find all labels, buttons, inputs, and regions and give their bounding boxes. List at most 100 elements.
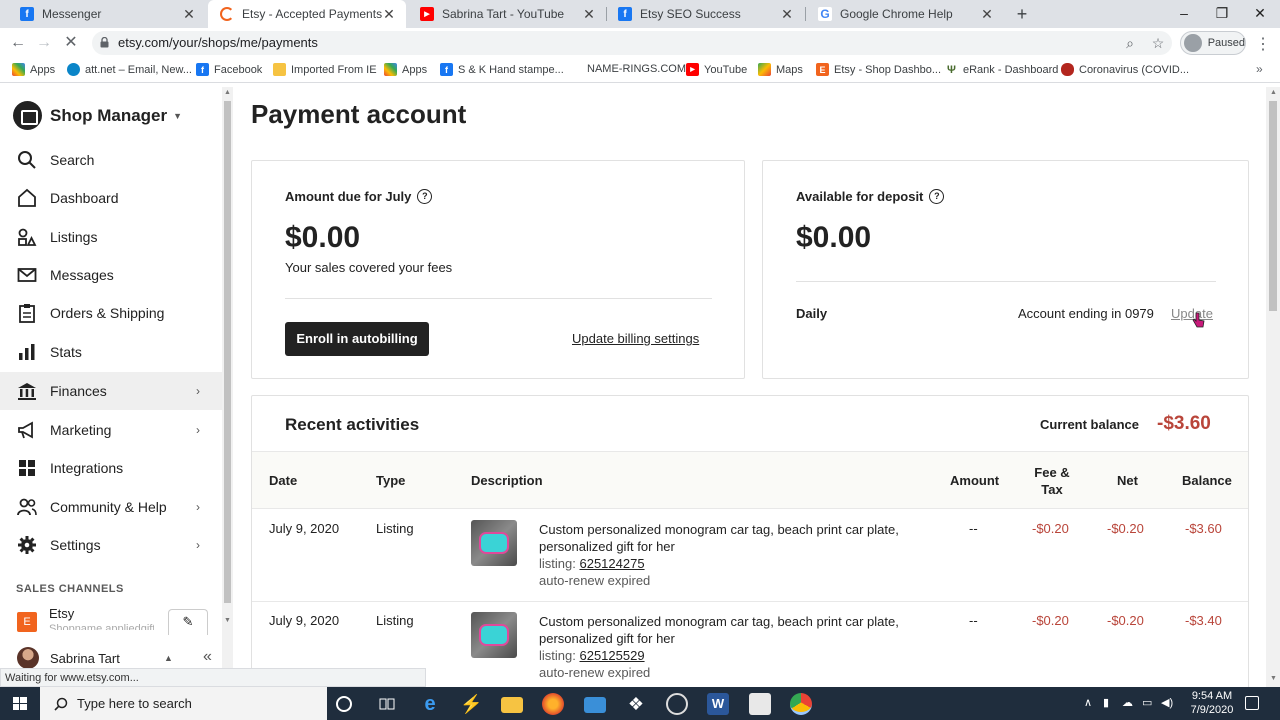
volume-icon[interactable]: ◀)	[1161, 696, 1173, 709]
shop-manager-logo-icon	[13, 101, 42, 130]
row-amount: --	[969, 613, 978, 628]
show-hidden-icons-icon[interactable]: ∧	[1084, 696, 1092, 709]
microsoft-store-icon[interactable]	[749, 693, 771, 715]
sidebar-item-orders-shipping[interactable]: Orders & Shipping	[0, 294, 222, 332]
address-bar[interactable]: etsy.com/your/shops/me/payments ⌕ ☆	[92, 31, 1172, 55]
grid-icon	[17, 458, 37, 478]
browser-tab-etsy-payments[interactable]: Etsy - Accepted Payments ✕	[208, 0, 406, 28]
onedrive-icon[interactable]: ☁	[1122, 696, 1133, 709]
row-net: -$0.20	[1107, 521, 1144, 536]
notification-center-icon[interactable]	[1245, 696, 1259, 710]
stop-loading-button[interactable]: ✕	[60, 32, 82, 54]
cortana-icon[interactable]	[336, 696, 352, 712]
edge-browser-icon[interactable]: e	[419, 693, 441, 715]
sidebar-item-label: Integrations	[50, 460, 124, 476]
sidebar-item-settings[interactable]: Settings ›	[0, 526, 222, 564]
sidebar-scrollbar[interactable]: ▲ ▼	[222, 87, 233, 687]
more-bookmarks-icon[interactable]: »	[1256, 62, 1263, 76]
bookmark-facebook[interactable]: f Facebook	[196, 63, 262, 76]
bookmark-youtube[interactable]: ▶ YouTube	[686, 63, 747, 76]
windows-start-button[interactable]	[0, 687, 40, 720]
help-icon[interactable]: ?	[929, 189, 945, 204]
dropbox-icon[interactable]: ❖	[625, 693, 647, 715]
caret-up-icon[interactable]: ▲	[164, 653, 173, 663]
browser-tab-messenger[interactable]: f Messenger ✕	[8, 0, 206, 28]
maximize-window-button[interactable]: ❐	[1204, 0, 1240, 28]
bookmark-star-icon[interactable]: ☆	[1149, 34, 1167, 52]
taskbar-clock[interactable]: 9:54 AM 7/9/2020	[1182, 689, 1242, 717]
close-window-button[interactable]: ✕	[1242, 0, 1278, 28]
forward-button[interactable]: →	[33, 32, 55, 54]
bookmark-apps-2[interactable]: Apps	[384, 63, 427, 76]
bookmark-imported-from-ie[interactable]: Imported From IE	[273, 63, 377, 76]
sidebar-item-listings[interactable]: Listings	[0, 218, 222, 256]
enroll-autobilling-button[interactable]: Enroll in autobilling	[285, 322, 429, 356]
shop-manager-sidebar: Shop Manager ▼ Search Dashboard Listings…	[0, 87, 222, 687]
close-tab-icon[interactable]: ✕	[182, 6, 196, 23]
scroll-up-icon[interactable]: ▲	[224, 89, 231, 96]
browser-tab-chrome-help[interactable]: G Google Chrome Help ✕	[806, 0, 1004, 28]
bookmark-att[interactable]: att.net – Email, New...	[67, 63, 192, 76]
available-value: $0.00	[796, 221, 872, 254]
edit-channel-button[interactable]: ✎	[168, 609, 208, 635]
task-view-icon[interactable]	[376, 693, 398, 715]
file-explorer-icon[interactable]	[501, 697, 523, 713]
sidebar-item-stats[interactable]: Stats	[0, 333, 222, 371]
firefox-icon[interactable]	[542, 693, 564, 715]
sidebar-scroll-thumb[interactable]	[224, 101, 231, 603]
collapse-sidebar-icon[interactable]: «	[203, 648, 212, 666]
facebook-icon: f	[20, 7, 34, 21]
sidebar-item-integrations[interactable]: Integrations	[0, 449, 222, 487]
app-shortcut-icon[interactable]: ⚡	[460, 693, 482, 715]
sidebar-item-search[interactable]: Search	[0, 141, 222, 179]
network-icon[interactable]: ▭	[1142, 696, 1152, 709]
listing-thumbnail[interactable]	[471, 520, 517, 566]
sidebar-item-finances[interactable]: Finances ›	[0, 372, 222, 410]
close-tab-icon[interactable]: ✕	[582, 6, 596, 23]
profile-button[interactable]: Paused	[1180, 31, 1246, 55]
user-account-row[interactable]: Sabrina Tart	[17, 647, 120, 669]
mail-app-icon[interactable]	[584, 697, 606, 713]
main-scroll-thumb[interactable]	[1269, 101, 1277, 311]
zoom-icon[interactable]: ⌕	[1121, 34, 1139, 52]
help-icon[interactable]: ?	[417, 189, 433, 204]
listing-id-link[interactable]: 625124275	[579, 556, 644, 571]
listing-thumbnail[interactable]	[471, 612, 517, 658]
sidebar-item-community-help[interactable]: Community & Help ›	[0, 488, 222, 526]
main-scrollbar[interactable]: ▲ ▼	[1266, 87, 1280, 687]
browser-tab-etsy-seo[interactable]: f Etsy SEO Success ✕	[606, 0, 804, 28]
minimize-window-button[interactable]: –	[1166, 0, 1202, 28]
mail-icon	[17, 265, 37, 285]
row-fee: -$0.20	[1032, 521, 1069, 536]
close-tab-icon[interactable]: ✕	[780, 6, 794, 23]
taskbar-search-box[interactable]: Type here to search	[40, 687, 327, 720]
chrome-menu-icon[interactable]: ⋮	[1255, 34, 1271, 54]
microsoft-word-icon[interactable]: W	[707, 693, 729, 715]
obs-studio-icon[interactable]	[666, 693, 688, 715]
bookmark-apps[interactable]: Apps	[12, 63, 55, 76]
sidebar-item-dashboard[interactable]: Dashboard	[0, 179, 222, 217]
update-billing-settings-link[interactable]: Update billing settings	[572, 331, 699, 346]
scroll-down-icon[interactable]: ▼	[1270, 675, 1277, 682]
sidebar-item-marketing[interactable]: Marketing ›	[0, 411, 222, 449]
available-label: Available for deposit	[796, 189, 924, 204]
sidebar-item-messages[interactable]: Messages	[0, 256, 222, 294]
scroll-up-icon[interactable]: ▲	[1270, 89, 1277, 96]
listing-id-link[interactable]: 625125529	[579, 648, 644, 663]
back-button[interactable]: ←	[7, 32, 29, 54]
bookmark-name-rings[interactable]: NAME-RINGS.COM	[587, 63, 686, 75]
bookmark-etsy-dashboard[interactable]: E Etsy - Shop Dashbo...	[816, 63, 941, 76]
chrome-icon[interactable]	[790, 693, 812, 715]
new-tab-button[interactable]: +	[1013, 3, 1031, 25]
microphone-icon[interactable]: ▮	[1103, 696, 1109, 709]
bookmark-maps[interactable]: Maps	[758, 63, 803, 76]
scroll-down-icon[interactable]: ▼	[224, 617, 231, 624]
close-tab-icon[interactable]: ✕	[980, 6, 994, 23]
bookmark-erank[interactable]: ΨeRank - Dashboard	[945, 63, 1058, 76]
bookmark-coronavirus[interactable]: Coronavirus (COVID...	[1061, 63, 1189, 76]
pencil-icon: ✎	[182, 614, 194, 629]
browser-tab-youtube[interactable]: ▶ Sabrina Tart - YouTube ✕	[408, 0, 606, 28]
bookmark-sk-hand-stamped[interactable]: f S & K Hand stampe...	[440, 63, 564, 76]
close-tab-icon[interactable]: ✕	[382, 6, 396, 23]
shop-manager-header[interactable]: Shop Manager ▼	[13, 101, 182, 130]
